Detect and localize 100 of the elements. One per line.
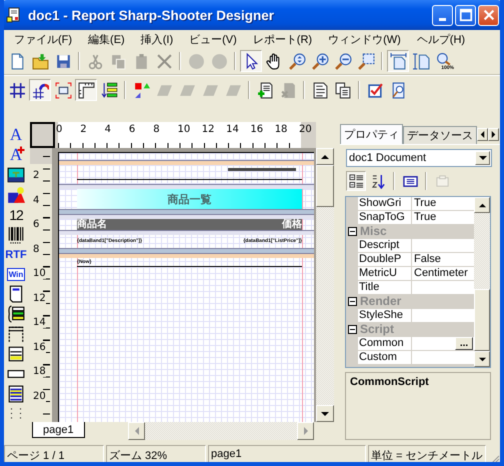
minimize-button[interactable] <box>432 4 453 26</box>
toolbox-button[interactable] <box>5 165 27 185</box>
grid-icon <box>8 82 26 98</box>
tab-scroll-left-button[interactable] <box>477 128 488 141</box>
toolbox-button[interactable]: Win <box>7 268 25 281</box>
zoom-out-icon <box>334 52 352 70</box>
menu-item[interactable]: ヘルプ(H) <box>408 30 474 48</box>
scroll-thumb[interactable] <box>316 165 334 207</box>
ruler-number: 2 <box>80 124 87 135</box>
scroll-down-button[interactable] <box>474 351 490 367</box>
page-tab[interactable]: page1 <box>32 422 85 438</box>
toolbox-button[interactable] <box>5 185 27 205</box>
ruler-number: 4 <box>33 194 40 206</box>
property-name[interactable]: Descript <box>358 239 412 252</box>
up-arrow-icon <box>321 152 329 160</box>
scroll-up-button[interactable] <box>316 148 334 165</box>
ellipsis-button[interactable]: ... <box>455 337 473 350</box>
horizontal-scrollbar[interactable] <box>128 422 314 440</box>
frame-icon <box>54 82 72 98</box>
close-icon <box>482 8 496 22</box>
toolbox-button[interactable]: A <box>5 145 27 165</box>
menu-item[interactable]: ウィンドウ(W) <box>320 30 409 48</box>
menu-item[interactable]: 挿入(I) <box>132 30 182 48</box>
save-icon <box>54 52 72 70</box>
app-icon <box>6 7 22 23</box>
circle-icon <box>188 52 204 70</box>
snap-grid-icon <box>32 82 48 98</box>
left-arrow-icon <box>479 131 486 138</box>
dropdown-arrow-icon <box>478 154 486 162</box>
scroll-up-button[interactable] <box>474 197 490 213</box>
tab-scroll-right-button[interactable] <box>488 128 499 141</box>
property-name[interactable]: Title <box>358 281 412 294</box>
ruler-number: 4 <box>104 124 111 135</box>
vertical-scrollbar[interactable] <box>316 148 334 422</box>
zoom-icon <box>288 52 306 70</box>
toolbar-button[interactable] <box>240 50 262 72</box>
status-field: ズーム 32% <box>106 445 206 462</box>
status-field: page1 <box>208 445 366 462</box>
property-name[interactable]: MetricU <box>358 267 412 280</box>
scroll-right-button[interactable] <box>297 422 314 440</box>
property-name[interactable]: StyleShe <box>358 309 412 322</box>
ruler-number: 20 <box>33 390 46 402</box>
preview-icon <box>390 82 406 98</box>
close-button[interactable] <box>478 4 499 26</box>
object-selector[interactable]: doc1 Document <box>346 149 492 167</box>
collapse-toggle[interactable] <box>346 323 358 336</box>
scroll-thumb[interactable] <box>474 289 490 351</box>
property-name[interactable]: SnapToG <box>358 211 412 224</box>
toolbar-button[interactable] <box>387 50 409 72</box>
detail-band-icon <box>7 345 25 363</box>
ruler-number: 8 <box>153 124 160 135</box>
column-header: 価格 <box>282 219 302 230</box>
zoom-area-icon <box>358 52 374 70</box>
minus-icon <box>348 227 356 236</box>
ruler-icon <box>78 82 94 98</box>
property-name[interactable]: ShowGri <box>358 197 412 210</box>
menu-item[interactable]: ファイル(F) <box>6 30 80 48</box>
property-value[interactable]: True <box>412 197 474 210</box>
toolbox-button[interactable]: RTF <box>5 245 27 265</box>
category-label: Script <box>359 323 394 336</box>
description-title: CommonScript <box>350 376 429 388</box>
property-name[interactable]: Custom <box>358 351 412 364</box>
menu-item[interactable]: 編集(E) <box>80 30 133 48</box>
shapes-icon <box>7 186 25 204</box>
status-field: 単位 = センチメートル <box>368 445 486 462</box>
toolbar-button[interactable] <box>29 79 51 101</box>
up-arrow-icon <box>478 202 486 208</box>
ruler-number: 16 <box>250 124 264 135</box>
property-value[interactable]: Centimeter <box>412 267 474 280</box>
panel-tab[interactable]: データソース <box>403 126 477 144</box>
menu-item[interactable]: レポート(R) <box>244 30 320 48</box>
ruler-number: 6 <box>128 124 136 135</box>
toolbar-button[interactable] <box>346 171 366 191</box>
property-value[interactable]: False <box>412 253 474 266</box>
collapse-toggle[interactable] <box>346 225 358 238</box>
property-name[interactable]: Common <box>358 337 412 350</box>
ruler-number: 12 <box>33 292 46 304</box>
window-title: doc1 - Report Sharp-Shooter Designer <box>28 8 276 22</box>
property-value[interactable]: True <box>412 211 474 224</box>
menu-item[interactable]: ビュー(V) <box>181 30 245 48</box>
toolbox-button[interactable]: A <box>5 125 27 145</box>
barcode-icon <box>7 226 25 244</box>
minus-icon <box>348 325 356 334</box>
property-name[interactable]: DoubleP <box>358 253 412 266</box>
panel-tab[interactable]: プロパティ <box>340 124 403 144</box>
toolbar-button[interactable] <box>75 79 97 101</box>
ruler-number: 10 <box>33 268 46 279</box>
vertical-scrollbar[interactable] <box>474 197 490 367</box>
ruler-corner <box>30 122 55 148</box>
sort-icon <box>370 174 386 188</box>
ruler-number: 8 <box>33 244 40 254</box>
maximize-icon <box>458 8 472 22</box>
scroll-left-button[interactable] <box>128 422 145 440</box>
collapse-toggle[interactable] <box>346 295 358 308</box>
band-group-icon <box>7 305 25 323</box>
scroll-down-button[interactable] <box>316 405 334 422</box>
maximize-button[interactable] <box>455 4 476 26</box>
down-arrow-icon <box>321 410 329 418</box>
header-band-icon <box>7 325 25 343</box>
toolbox-button[interactable]: 12 <box>5 205 27 225</box>
